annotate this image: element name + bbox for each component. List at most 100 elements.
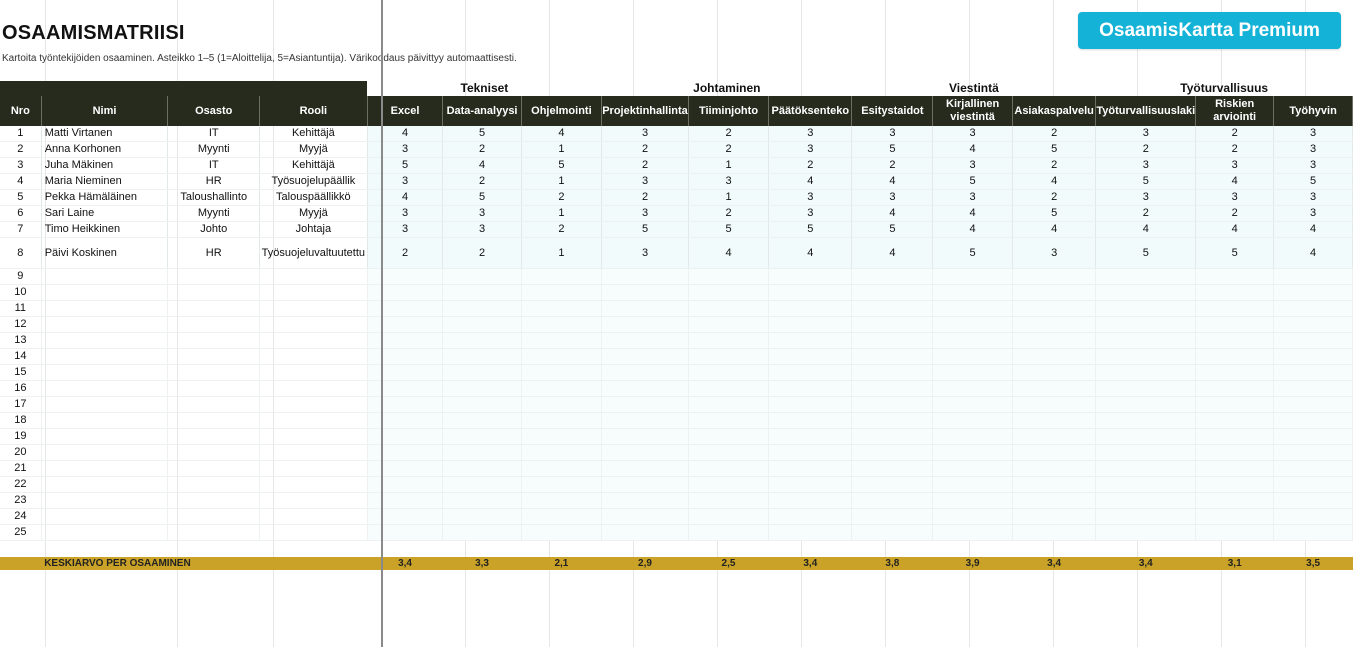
empty-skill-cell[interactable] — [367, 444, 444, 461]
empty-skill-cell[interactable] — [521, 316, 603, 333]
skill-score-cell[interactable]: 5 — [688, 221, 770, 238]
row-number[interactable]: 8 — [0, 237, 42, 269]
empty-skill-cell[interactable] — [1012, 364, 1097, 381]
empty-skill-cell[interactable] — [851, 476, 934, 493]
empty-skill-cell[interactable] — [442, 524, 522, 541]
skill-score-cell[interactable]: 2 — [688, 205, 770, 222]
empty-skill-cell[interactable] — [601, 300, 689, 317]
empty-skill-cell[interactable] — [601, 428, 689, 445]
empty-skill-cell[interactable] — [1195, 492, 1275, 509]
empty-skill-cell[interactable] — [1095, 524, 1197, 541]
empty-skill-cell[interactable] — [932, 508, 1013, 525]
empty-skill-cell[interactable] — [688, 268, 770, 285]
average-value-cell[interactable]: 3,1 — [1195, 557, 1274, 570]
empty-skill-cell[interactable] — [601, 284, 689, 301]
skill-score-cell[interactable]: 3 — [367, 173, 444, 190]
empty-skill-cell[interactable] — [851, 492, 934, 509]
skill-score-cell[interactable]: 3 — [601, 173, 689, 190]
empty-cell[interactable] — [259, 476, 368, 493]
empty-skill-cell[interactable] — [1273, 380, 1353, 397]
empty-cell[interactable] — [259, 300, 368, 317]
employee-name-cell[interactable]: Timo Heikkinen — [41, 221, 169, 238]
skill-score-cell[interactable]: 2 — [601, 141, 689, 158]
empty-skill-cell[interactable] — [601, 524, 689, 541]
empty-skill-cell[interactable] — [768, 380, 853, 397]
empty-skill-cell[interactable] — [932, 492, 1013, 509]
skill-score-cell[interactable]: 4 — [442, 157, 522, 174]
empty-skill-cell[interactable] — [1095, 412, 1197, 429]
empty-skill-cell[interactable] — [1012, 268, 1097, 285]
skill-score-cell[interactable]: 5 — [932, 237, 1013, 269]
empty-skill-cell[interactable] — [1012, 508, 1097, 525]
row-number[interactable]: 13 — [0, 332, 42, 349]
skill-score-cell[interactable]: 4 — [932, 205, 1013, 222]
average-value-cell[interactable]: 3,5 — [1273, 557, 1353, 570]
row-number[interactable]: 12 — [0, 316, 42, 333]
empty-skill-cell[interactable] — [768, 444, 853, 461]
skill-score-cell[interactable]: 2 — [1195, 205, 1275, 222]
column-header[interactable]: Työhyvin — [1273, 96, 1353, 126]
row-number[interactable]: 20 — [0, 444, 42, 461]
empty-skill-cell[interactable] — [442, 316, 522, 333]
column-header[interactable]: Riskien arviointi — [1195, 96, 1275, 126]
empty-skill-cell[interactable] — [851, 412, 934, 429]
empty-skill-cell[interactable] — [442, 348, 522, 365]
empty-cell[interactable] — [167, 412, 261, 429]
empty-skill-cell[interactable] — [367, 316, 444, 333]
empty-skill-cell[interactable] — [442, 300, 522, 317]
empty-skill-cell[interactable] — [932, 300, 1013, 317]
skill-score-cell[interactable]: 2 — [1095, 205, 1197, 222]
empty-skill-cell[interactable] — [1195, 332, 1275, 349]
empty-skill-cell[interactable] — [1095, 444, 1197, 461]
empty-skill-cell[interactable] — [367, 268, 444, 285]
skill-score-cell[interactable]: 2 — [601, 189, 689, 206]
role-cell[interactable]: Johtaja — [259, 221, 368, 238]
skill-score-cell[interactable]: 4 — [1195, 221, 1275, 238]
skill-score-cell[interactable]: 3 — [1095, 126, 1197, 142]
skill-score-cell[interactable]: 4 — [851, 173, 934, 190]
empty-skill-cell[interactable] — [851, 508, 934, 525]
empty-skill-cell[interactable] — [1273, 460, 1353, 477]
average-value-cell[interactable]: 3,9 — [932, 557, 1013, 570]
employee-name-cell[interactable]: Pekka Hämäläinen — [41, 189, 169, 206]
empty-skill-cell[interactable] — [601, 460, 689, 477]
empty-cell[interactable] — [259, 412, 368, 429]
empty-skill-cell[interactable] — [601, 476, 689, 493]
empty-skill-cell[interactable] — [932, 380, 1013, 397]
empty-skill-cell[interactable] — [1012, 332, 1097, 349]
empty-skill-cell[interactable] — [688, 348, 770, 365]
empty-cell[interactable] — [167, 300, 261, 317]
skill-score-cell[interactable]: 3 — [1195, 189, 1275, 206]
empty-skill-cell[interactable] — [932, 460, 1013, 477]
average-value-cell[interactable]: 3,4 — [1012, 557, 1096, 570]
empty-skill-cell[interactable] — [851, 316, 934, 333]
empty-skill-cell[interactable] — [1095, 348, 1197, 365]
empty-skill-cell[interactable] — [521, 508, 603, 525]
row-number[interactable]: 11 — [0, 300, 42, 317]
empty-cell[interactable] — [41, 396, 169, 413]
empty-skill-cell[interactable] — [768, 412, 853, 429]
empty-skill-cell[interactable] — [1195, 380, 1275, 397]
row-number[interactable]: 17 — [0, 396, 42, 413]
role-cell[interactable]: Kehittäjä — [259, 126, 368, 142]
column-header[interactable]: Excel — [367, 96, 444, 126]
skill-score-cell[interactable]: 3 — [851, 126, 934, 142]
skill-score-cell[interactable]: 3 — [442, 221, 522, 238]
empty-skill-cell[interactable] — [1012, 476, 1097, 493]
skill-score-cell[interactable]: 5 — [1273, 173, 1353, 190]
empty-skill-cell[interactable] — [521, 348, 603, 365]
empty-skill-cell[interactable] — [768, 460, 853, 477]
empty-skill-cell[interactable] — [1095, 460, 1197, 477]
skill-score-cell[interactable]: 5 — [932, 173, 1013, 190]
empty-skill-cell[interactable] — [688, 316, 770, 333]
empty-skill-cell[interactable] — [1095, 492, 1197, 509]
skill-score-cell[interactable]: 2 — [768, 157, 853, 174]
empty-skill-cell[interactable] — [851, 348, 934, 365]
empty-cell[interactable] — [259, 396, 368, 413]
empty-skill-cell[interactable] — [1095, 380, 1197, 397]
column-header[interactable]: Tiiminjohto — [688, 96, 770, 126]
skill-score-cell[interactable]: 3 — [601, 126, 689, 142]
empty-skill-cell[interactable] — [768, 284, 853, 301]
skill-score-cell[interactable]: 5 — [851, 141, 934, 158]
skill-score-cell[interactable]: 5 — [768, 221, 853, 238]
